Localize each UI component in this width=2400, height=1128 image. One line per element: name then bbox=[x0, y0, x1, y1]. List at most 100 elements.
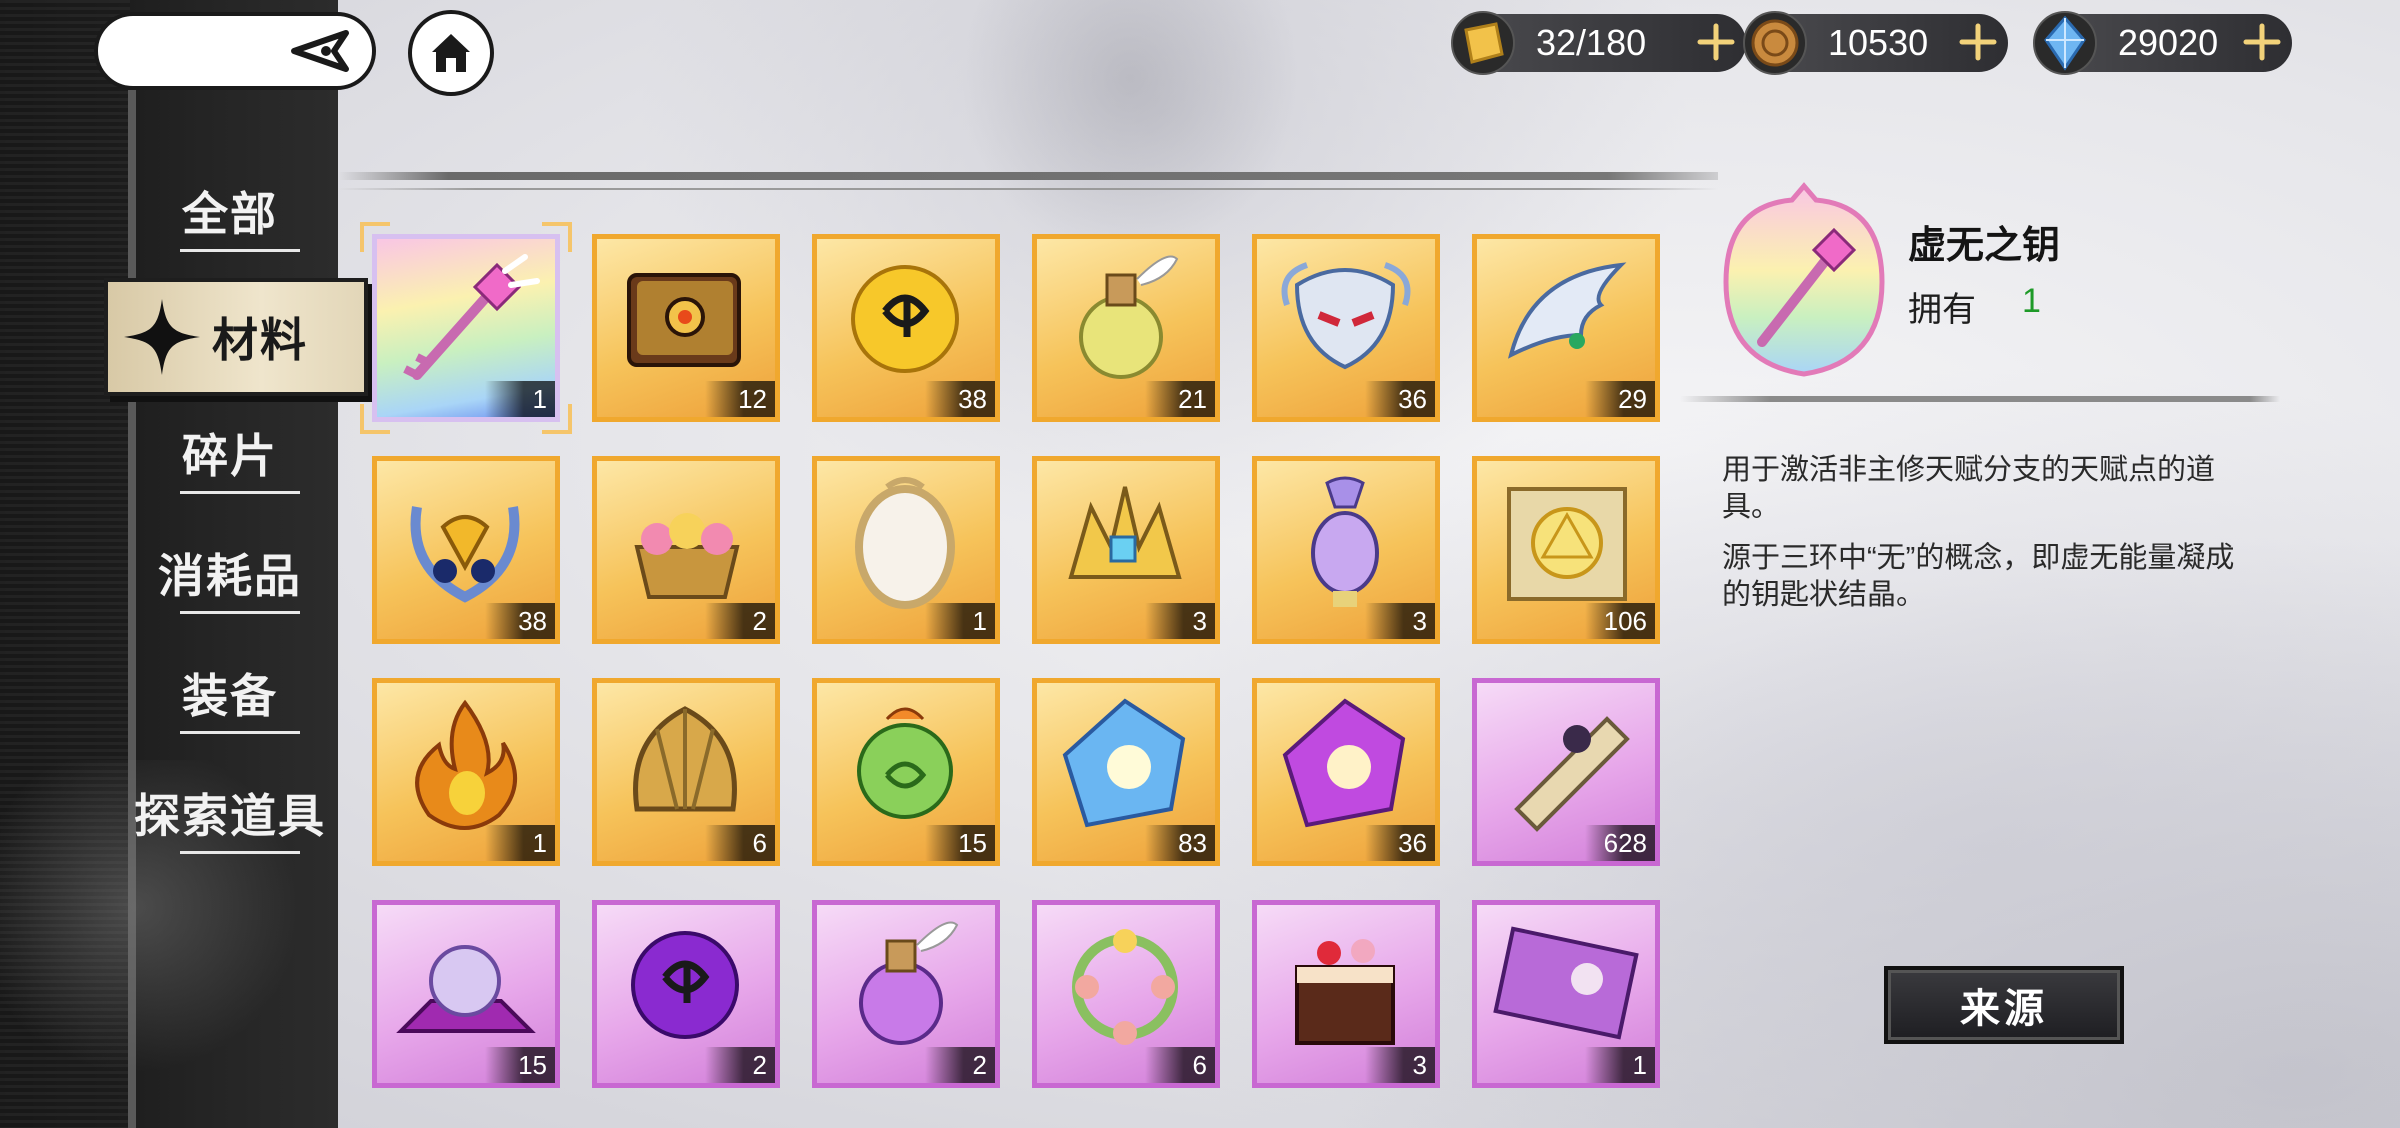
item-count: 15 bbox=[925, 825, 995, 861]
four-point-star-icon bbox=[124, 299, 200, 375]
laurel-emblem-icon bbox=[410, 506, 520, 603]
flower-wreath-icon bbox=[1072, 929, 1178, 1045]
item-slot-flower-basket[interactable]: 2 bbox=[592, 456, 780, 644]
item-slot-magic-scroll[interactable]: 106 bbox=[1472, 456, 1660, 644]
item-slot-flame[interactable]: 1 bbox=[372, 678, 560, 866]
item-slot-sealed-scroll[interactable]: 628 bbox=[1472, 678, 1660, 866]
plus-icon[interactable] bbox=[2240, 20, 2284, 64]
green-seed-icon bbox=[857, 707, 953, 819]
owned-value: 1 bbox=[2022, 282, 2041, 320]
item-count: 628 bbox=[1585, 825, 1655, 861]
source-button[interactable]: 来源 bbox=[1884, 966, 2124, 1044]
item-description-lore: 源于三环中“无”的概念，即虚无能量凝成的钥匙状结晶。 bbox=[1722, 542, 2235, 611]
tab-consumables[interactable]: 消耗品 bbox=[130, 528, 330, 618]
tab-equipment[interactable]: 装备 bbox=[130, 648, 330, 738]
item-count: 2 bbox=[705, 1047, 775, 1083]
tab-divider bbox=[180, 491, 300, 494]
gold-shell-icon bbox=[633, 706, 737, 812]
silver-mask-icon bbox=[1281, 262, 1411, 370]
perfume-bottle-icon bbox=[1311, 476, 1379, 607]
silver-wing-icon bbox=[1508, 262, 1627, 359]
gold-potion-icon bbox=[1079, 255, 1179, 379]
golden-card-icon bbox=[1451, 11, 1515, 75]
item-slot-silver-wing[interactable]: 29 bbox=[1472, 234, 1660, 422]
item-slot-photo-card[interactable]: 1 bbox=[1472, 900, 1660, 1088]
item-count: 6 bbox=[705, 825, 775, 861]
item-slot-void-key[interactable]: 1 bbox=[372, 234, 560, 422]
selected-item-icon bbox=[1723, 182, 1885, 377]
item-slot-green-seed[interactable]: 15 bbox=[812, 678, 1000, 866]
void-key-icon bbox=[403, 254, 540, 380]
item-slot-crystal-cushion[interactable]: 15 bbox=[372, 900, 560, 1088]
item-slot-gold-potion[interactable]: 21 bbox=[1032, 234, 1220, 422]
item-slot-purple-rune-orb[interactable]: 2 bbox=[592, 900, 780, 1088]
flame-icon bbox=[415, 699, 517, 830]
item-slot-ancient-book[interactable]: 12 bbox=[592, 234, 780, 422]
chocolate-cake-icon bbox=[1295, 939, 1395, 1045]
item-count: 36 bbox=[1365, 825, 1435, 861]
item-count: 36 bbox=[1365, 381, 1435, 417]
background-castle bbox=[960, 0, 1300, 260]
item-slot-perfume-bottle[interactable]: 3 bbox=[1252, 456, 1440, 644]
item-count: 2 bbox=[705, 603, 775, 639]
item-name: 虚无之钥 bbox=[1908, 222, 2061, 267]
grid-top-border bbox=[338, 172, 1718, 180]
tab-materials[interactable]: 材料 bbox=[104, 278, 368, 396]
tab-divider bbox=[180, 249, 300, 252]
back-arrow-icon bbox=[291, 30, 349, 72]
item-count: 6 bbox=[1145, 1047, 1215, 1083]
item-slot-purple-crystal[interactable]: 36 bbox=[1252, 678, 1440, 866]
plus-icon[interactable] bbox=[1956, 20, 2000, 64]
detail-divider bbox=[1680, 396, 2280, 402]
item-slot-flower-wreath[interactable]: 6 bbox=[1032, 900, 1220, 1088]
resource-stamina: 32/180 bbox=[1451, 11, 1746, 75]
item-count: 1 bbox=[1585, 1047, 1655, 1083]
item-slot-blue-crystal[interactable]: 83 bbox=[1032, 678, 1220, 866]
tab-exploration-items-label: 探索道具 bbox=[134, 789, 326, 843]
tab-fragments[interactable]: 碎片 bbox=[130, 408, 330, 498]
resource-stamina-value: 32/180 bbox=[1536, 22, 1647, 63]
magic-scroll-icon bbox=[1507, 487, 1627, 601]
item-slot-laurel-emblem[interactable]: 38 bbox=[372, 456, 560, 644]
resource-coins: 10530 bbox=[1743, 11, 2008, 75]
gold-crown-icon bbox=[1068, 486, 1182, 579]
item-count: 3 bbox=[1145, 603, 1215, 639]
grid-top-border-thin bbox=[338, 188, 1718, 190]
ornate-mirror-icon bbox=[855, 477, 955, 609]
tab-materials-label: 材料 bbox=[212, 313, 308, 367]
home-icon bbox=[432, 34, 470, 72]
sealed-scroll-icon bbox=[1514, 716, 1630, 832]
flower-basket-icon bbox=[634, 513, 740, 599]
tab-all[interactable]: 全部 bbox=[130, 166, 330, 256]
item-count: 38 bbox=[485, 603, 555, 639]
tab-fragments-label: 碎片 bbox=[182, 429, 278, 483]
purple-crystal-icon bbox=[1282, 698, 1406, 828]
tab-equipment-label: 装备 bbox=[182, 669, 278, 723]
back-button[interactable] bbox=[94, 12, 376, 90]
resource-crystals-value: 29020 bbox=[2118, 22, 2219, 63]
item-count: 15 bbox=[485, 1047, 555, 1083]
item-slot-chocolate-cake[interactable]: 3 bbox=[1252, 900, 1440, 1088]
tab-divider bbox=[180, 851, 300, 854]
tab-consumables-label: 消耗品 bbox=[158, 549, 302, 603]
blue-crystal-icon bbox=[1062, 698, 1186, 828]
tab-all-label: 全部 bbox=[182, 187, 278, 241]
item-count: 1 bbox=[485, 825, 555, 861]
plus-icon[interactable] bbox=[1694, 20, 1738, 64]
home-button[interactable] bbox=[408, 10, 494, 96]
tab-divider bbox=[180, 611, 300, 614]
bronze-coin-icon bbox=[1743, 11, 1807, 75]
purple-potion-icon bbox=[859, 921, 959, 1045]
tab-exploration-items[interactable]: 探索道具 bbox=[120, 768, 340, 858]
item-count: 3 bbox=[1365, 603, 1435, 639]
item-count: 21 bbox=[1145, 381, 1215, 417]
item-slot-gold-rune-orb[interactable]: 38 bbox=[812, 234, 1000, 422]
item-slot-gold-shell[interactable]: 6 bbox=[592, 678, 780, 866]
item-slot-silver-mask[interactable]: 36 bbox=[1252, 234, 1440, 422]
item-slot-gold-crown[interactable]: 3 bbox=[1032, 456, 1220, 644]
owned-label: 拥有 bbox=[1908, 291, 1976, 329]
ancient-book-icon bbox=[627, 273, 741, 367]
item-slot-purple-potion[interactable]: 2 bbox=[812, 900, 1000, 1088]
item-slot-ornate-mirror[interactable]: 1 bbox=[812, 456, 1000, 644]
item-count: 106 bbox=[1585, 603, 1655, 639]
